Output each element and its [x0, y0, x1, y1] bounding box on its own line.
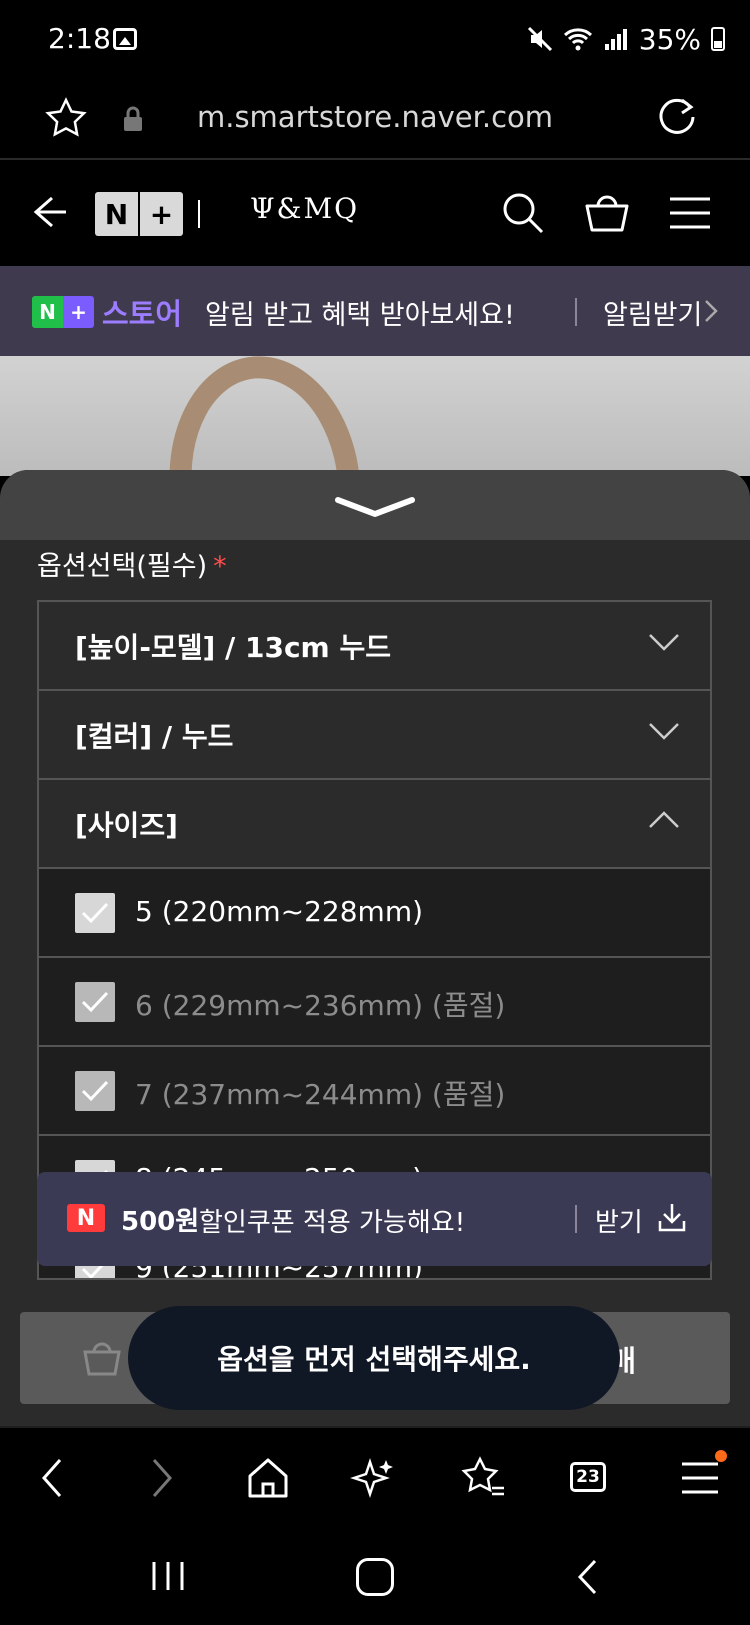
system-back-icon[interactable]	[576, 1558, 598, 1596]
cart-bag-icon[interactable]	[82, 1338, 122, 1378]
shopping-bag-icon[interactable]	[583, 188, 631, 236]
option-group-height[interactable]: [높이-모델] / 13cm 누드	[39, 602, 710, 691]
coupon-bar[interactable]: N 500원 할인쿠폰 적용 가능해요! 받기	[37, 1172, 712, 1266]
size-option-item[interactable]: 6 (229mm~236mm) (품절)	[39, 958, 710, 1047]
size-option-item[interactable]: 5 (220mm~228mm)	[39, 869, 710, 958]
option-bottom-sheet: 옵션선택(필수) * [높이-모델] / 13cm 누드 [컬러] / 누드 [사…	[0, 470, 750, 1426]
size-option-item[interactable]: 7 (237mm~244mm) (품절)	[39, 1047, 710, 1136]
home-icon[interactable]	[244, 1454, 292, 1502]
nplus-badge: N +	[32, 296, 94, 328]
recent-apps-icon[interactable]	[150, 1560, 186, 1592]
back-arrow-icon[interactable]	[30, 192, 70, 232]
battery-percent: 35%	[638, 22, 701, 56]
chevron-up-icon	[649, 811, 679, 828]
option-group-label: [컬러] / 누드	[75, 720, 234, 753]
coupon-text: 할인쿠폰 적용 가능해요!	[199, 1208, 466, 1238]
back-icon[interactable]	[30, 1454, 78, 1502]
nplus-badge-n: N	[32, 296, 63, 328]
bookmarks-icon[interactable]	[458, 1454, 506, 1502]
coupon-divider	[575, 1205, 577, 1233]
status-time: 2:18	[48, 22, 111, 55]
signal-icon	[604, 29, 627, 50]
notification-dot	[715, 1450, 727, 1462]
chevron-down-icon	[649, 634, 679, 651]
checkbox-icon[interactable]	[75, 893, 115, 933]
header-divider	[198, 200, 200, 228]
product-strap-image	[156, 356, 374, 476]
nplus-logo[interactable]: N +	[95, 192, 183, 236]
status-bar: 2:18 35%	[0, 0, 750, 80]
search-icon[interactable]	[500, 190, 546, 236]
size-option-label: 5 (220mm~228mm)	[135, 895, 424, 928]
refresh-icon[interactable]	[654, 94, 700, 140]
notice-store-label: 스토어	[102, 297, 183, 331]
size-option-label: 7 (237mm~244mm) (품절)	[135, 1078, 506, 1111]
chevron-down-icon	[649, 723, 679, 740]
browser-bottom-nav: 23	[0, 1426, 750, 1526]
browser-url-bar: m.smartstore.naver.com	[0, 80, 750, 160]
brand-logo[interactable]: Ψ&MQ	[250, 192, 359, 225]
battery-icon	[711, 27, 725, 51]
option-group-color[interactable]: [컬러] / 누드	[39, 691, 710, 780]
forward-icon[interactable]	[136, 1454, 184, 1502]
size-option-label: 6 (229mm~236mm) (품절)	[135, 989, 506, 1022]
notice-text: 알림 받고 혜택 받아보세요!	[205, 300, 515, 331]
download-icon[interactable]	[657, 1201, 687, 1233]
checkbox-icon[interactable]	[75, 982, 115, 1022]
wifi-icon	[563, 28, 592, 51]
option-title-text: 옵션선택(필수)	[37, 551, 208, 582]
option-group-label: [높이-모델] / 13cm 누드	[75, 631, 391, 664]
tabs-button[interactable]: 23	[570, 1462, 606, 1492]
mute-icon	[527, 26, 552, 52]
status-indicators: 35%	[527, 22, 725, 56]
url-text[interactable]: m.smartstore.naver.com	[0, 100, 750, 134]
system-nav-bar	[0, 1528, 750, 1625]
option-group-size[interactable]: [사이즈]	[39, 780, 710, 869]
chevron-down-icon[interactable]	[332, 492, 418, 522]
notification-banner[interactable]: N + 스토어 알림 받고 혜택 받아보세요! 알림받기	[0, 266, 750, 356]
product-image	[0, 356, 750, 476]
sheet-handle[interactable]	[0, 470, 750, 540]
notice-divider	[575, 298, 577, 326]
menu-icon[interactable]	[676, 1454, 724, 1502]
toast-message: 옵션을 먼저 선택해주세요.	[128, 1306, 620, 1410]
option-group-label: [사이즈]	[75, 809, 178, 842]
image-notification-icon	[113, 28, 137, 50]
nplus-logo-n: N	[95, 192, 140, 236]
naver-n-badge: N	[67, 1204, 105, 1232]
menu-icon[interactable]	[668, 196, 712, 230]
store-header: N + Ψ&MQ	[0, 162, 750, 266]
coupon-amount: 500원	[121, 1207, 200, 1237]
option-section-title: 옵션선택(필수) *	[37, 544, 227, 583]
required-mark: *	[213, 551, 227, 582]
coupon-receive-button[interactable]: 받기	[595, 1202, 643, 1239]
sparkle-icon[interactable]	[350, 1454, 398, 1502]
nplus-badge-plus: +	[63, 296, 94, 328]
chevron-right-icon	[705, 300, 718, 322]
home-button-icon[interactable]	[356, 1558, 394, 1596]
nplus-logo-plus: +	[149, 197, 174, 231]
notification-subscribe-button[interactable]: 알림받기	[603, 293, 702, 332]
checkbox-icon[interactable]	[75, 1071, 115, 1111]
